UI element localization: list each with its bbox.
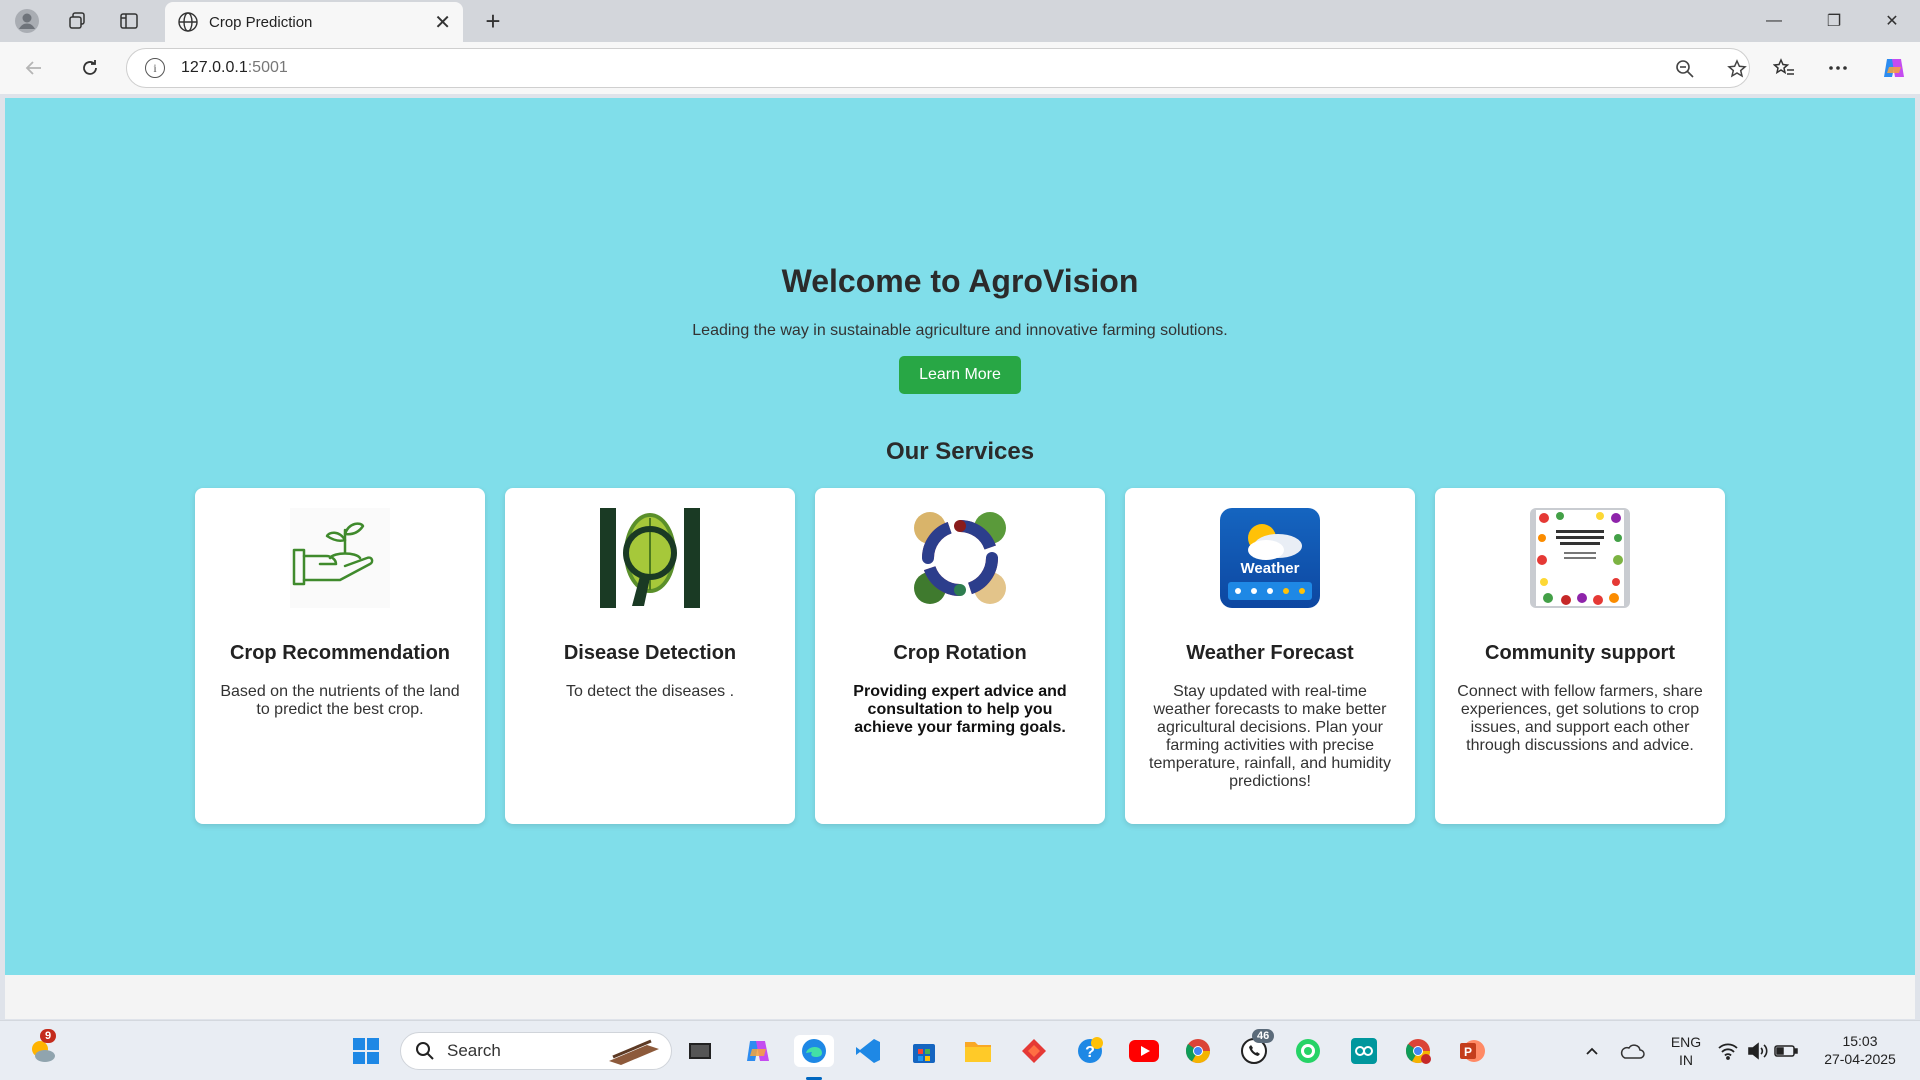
page-viewport: Welcome to AgroVision Leading the way in… [5, 98, 1915, 975]
edge-taskbar-icon[interactable] [794, 1035, 834, 1067]
vertical-tabs-icon[interactable] [114, 6, 144, 36]
close-window-button[interactable]: ✕ [1872, 6, 1912, 36]
weather-app-icon: Weather [1220, 508, 1320, 608]
active-tab[interactable]: Crop Prediction ✕ [165, 2, 463, 42]
favorites-icon[interactable] [1768, 52, 1800, 84]
wifi-icon[interactable] [1712, 1035, 1744, 1067]
chrome-icon[interactable] [1182, 1035, 1214, 1067]
service-title: Disease Detection [563, 642, 737, 664]
hero-section: Welcome to AgroVision Leading the way in… [5, 263, 1915, 394]
store-icon[interactable] [908, 1035, 940, 1067]
taskbar: 9 Search ? 46 P ENG IN 15:03 27-04-2025 [0, 1020, 1920, 1080]
service-title: Weather Forecast [1186, 642, 1354, 664]
site-info-icon[interactable]: i [145, 58, 165, 78]
new-tab-button[interactable]: + [478, 6, 508, 36]
copilot-icon[interactable] [1878, 52, 1910, 84]
clock-time: 15:03 [1842, 1033, 1878, 1049]
arduino-icon[interactable] [1348, 1035, 1380, 1067]
leaf-magnifier-icon [600, 508, 700, 608]
service-description: To detect the diseases . [565, 683, 735, 700]
refresh-icon[interactable] [74, 52, 106, 84]
restore-button[interactable]: ❐ [1814, 6, 1854, 36]
clock-date: 27-04-2025 [1824, 1051, 1896, 1067]
help-icon[interactable]: ? [1074, 1035, 1106, 1067]
service-description: Providing expert advice and consultation… [853, 683, 1067, 736]
workspaces-icon[interactable] [62, 6, 92, 36]
service-card-disease-detection[interactable]: Disease Detection To detect the diseases… [505, 488, 795, 824]
hero-title: Welcome to AgroVision [781, 263, 1139, 299]
zoom-out-icon[interactable] [1669, 49, 1701, 89]
windows-start-icon[interactable] [350, 1035, 382, 1067]
tab-title: Crop Prediction [209, 13, 313, 31]
service-description: Connect with fellow farmers, share exper… [1457, 683, 1703, 754]
url-host: 127.0.0.1 [181, 59, 248, 76]
weather-badge: 9 [40, 1029, 57, 1043]
whatsapp-business-icon[interactable] [1292, 1035, 1324, 1067]
service-description: Stay updated with real-time weather fore… [1149, 683, 1391, 790]
powerpoint-icon[interactable]: P [1456, 1035, 1488, 1067]
hand-plant-icon [290, 508, 390, 608]
language-primary: ENG [1670, 1034, 1702, 1050]
url-port: :5001 [247, 59, 288, 76]
address-bar-row: i 127.0.0.1:5001 [0, 42, 1920, 94]
search-highlight-icon [609, 1039, 659, 1065]
service-card-community-support[interactable]: Community support Connect with fellow fa… [1435, 488, 1725, 824]
service-title: Crop Rotation [893, 642, 1027, 664]
search-icon [416, 1042, 434, 1060]
language-secondary: IN [1679, 1052, 1693, 1068]
service-description: Based on the nutrients of the land to pr… [220, 683, 460, 718]
services-title: Our Services [885, 438, 1035, 465]
service-card-crop-recommendation[interactable]: Crop Recommendation Based on the nutrien… [195, 488, 485, 824]
browser-tab-strip: Crop Prediction ✕ + — ❐ ✕ [0, 0, 1920, 42]
task-view-icon[interactable] [684, 1035, 716, 1067]
svg-text:P: P [1464, 1045, 1472, 1059]
service-card-crop-rotation[interactable]: Crop Rotation Providing expert advice an… [815, 488, 1105, 824]
service-title: Community support [1485, 642, 1675, 664]
whatsapp-badge: 46 [1252, 1029, 1275, 1043]
url-bar[interactable]: i 127.0.0.1:5001 [126, 48, 1750, 88]
hero-subtitle: Leading the way in sustainable agricultu… [692, 322, 1228, 339]
service-card-weather-forecast[interactable]: Weather Weather Forecast Stay updated wi… [1125, 488, 1415, 824]
page-bottom-area [5, 975, 1915, 1019]
onedrive-icon[interactable] [1616, 1035, 1648, 1067]
language-indicator[interactable]: ENG IN [1664, 1033, 1708, 1069]
vscode-icon[interactable] [852, 1035, 884, 1067]
red-app-icon[interactable] [1018, 1035, 1050, 1067]
show-hidden-icons-chevron-icon[interactable] [1576, 1035, 1608, 1067]
back-icon[interactable] [18, 52, 50, 84]
chrome-profile-icon[interactable] [1402, 1035, 1434, 1067]
profile-icon[interactable] [12, 6, 42, 36]
svg-text:?: ? [1085, 1044, 1095, 1061]
search-label: Search [447, 1041, 501, 1060]
file-explorer-icon[interactable] [962, 1035, 994, 1067]
more-options-icon[interactable] [1822, 52, 1854, 84]
copilot-taskbar-icon[interactable] [742, 1035, 774, 1067]
clock[interactable]: 15:03 27-04-2025 [1810, 1032, 1910, 1068]
youtube-icon[interactable] [1128, 1035, 1160, 1067]
taskbar-search[interactable]: Search [400, 1032, 672, 1070]
minimize-button[interactable]: — [1754, 6, 1794, 36]
battery-icon[interactable] [1770, 1035, 1802, 1067]
vegetables-poster-icon [1530, 508, 1630, 608]
services-list: Crop Recommendation Based on the nutrien… [195, 488, 1725, 824]
tab-close-icon[interactable]: ✕ [434, 10, 451, 35]
favorite-star-icon[interactable] [1721, 49, 1753, 89]
learn-more-button[interactable]: Learn More [899, 356, 1021, 394]
service-title: Crop Recommendation [229, 642, 451, 664]
weather-image-label: Weather [1240, 560, 1300, 577]
globe-icon [178, 12, 198, 32]
crop-rotation-cycle-icon [910, 508, 1010, 608]
